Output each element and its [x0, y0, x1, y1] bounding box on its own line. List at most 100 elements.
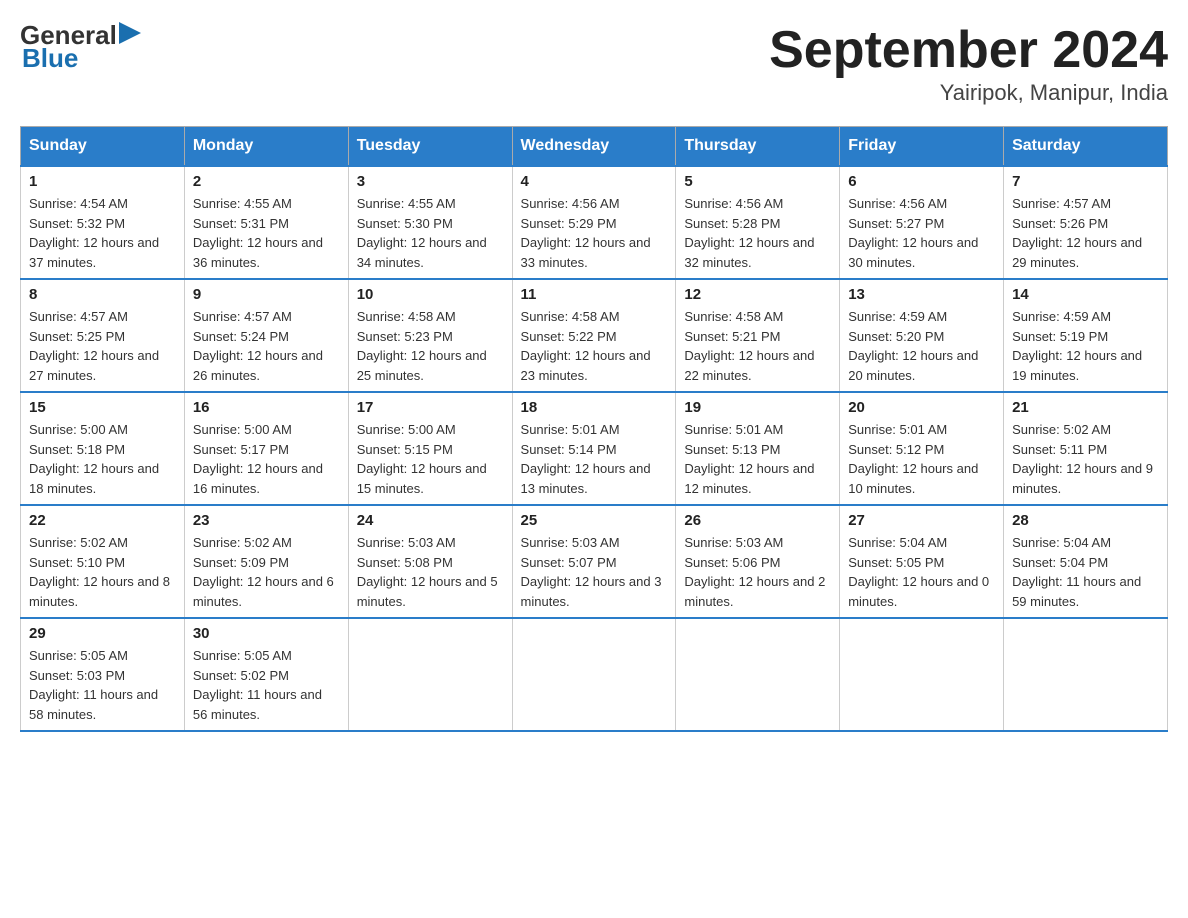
- table-row: 29 Sunrise: 5:05 AM Sunset: 5:03 PM Dayl…: [21, 618, 185, 731]
- table-row: 18 Sunrise: 5:01 AM Sunset: 5:14 PM Dayl…: [512, 392, 676, 505]
- day-number: 14: [1012, 286, 1159, 303]
- calendar-week-row: 8 Sunrise: 4:57 AM Sunset: 5:25 PM Dayli…: [21, 279, 1168, 392]
- day-number: 12: [684, 286, 831, 303]
- day-number: 20: [848, 399, 995, 416]
- day-info: Sunrise: 5:03 AM Sunset: 5:07 PM Dayligh…: [521, 533, 668, 611]
- day-number: 22: [29, 512, 176, 529]
- day-info: Sunrise: 5:00 AM Sunset: 5:18 PM Dayligh…: [29, 420, 176, 498]
- col-saturday: Saturday: [1004, 127, 1168, 167]
- day-info: Sunrise: 5:01 AM Sunset: 5:14 PM Dayligh…: [521, 420, 668, 498]
- table-row: 24 Sunrise: 5:03 AM Sunset: 5:08 PM Dayl…: [348, 505, 512, 618]
- day-number: 25: [521, 512, 668, 529]
- day-number: 2: [193, 173, 340, 190]
- table-row: [676, 618, 840, 731]
- table-row: 3 Sunrise: 4:55 AM Sunset: 5:30 PM Dayli…: [348, 166, 512, 279]
- table-row: 25 Sunrise: 5:03 AM Sunset: 5:07 PM Dayl…: [512, 505, 676, 618]
- table-row: 27 Sunrise: 5:04 AM Sunset: 5:05 PM Dayl…: [840, 505, 1004, 618]
- table-row: 20 Sunrise: 5:01 AM Sunset: 5:12 PM Dayl…: [840, 392, 1004, 505]
- day-number: 21: [1012, 399, 1159, 416]
- calendar-subtitle: Yairipok, Manipur, India: [769, 80, 1168, 106]
- day-number: 4: [521, 173, 668, 190]
- calendar-week-row: 22 Sunrise: 5:02 AM Sunset: 5:10 PM Dayl…: [21, 505, 1168, 618]
- table-row: 28 Sunrise: 5:04 AM Sunset: 5:04 PM Dayl…: [1004, 505, 1168, 618]
- day-info: Sunrise: 5:01 AM Sunset: 5:12 PM Dayligh…: [848, 420, 995, 498]
- table-row: 23 Sunrise: 5:02 AM Sunset: 5:09 PM Dayl…: [184, 505, 348, 618]
- day-number: 23: [193, 512, 340, 529]
- day-info: Sunrise: 5:00 AM Sunset: 5:17 PM Dayligh…: [193, 420, 340, 498]
- day-number: 7: [1012, 173, 1159, 190]
- day-info: Sunrise: 4:56 AM Sunset: 5:28 PM Dayligh…: [684, 194, 831, 272]
- day-number: 3: [357, 173, 504, 190]
- table-row: 13 Sunrise: 4:59 AM Sunset: 5:20 PM Dayl…: [840, 279, 1004, 392]
- day-number: 13: [848, 286, 995, 303]
- day-info: Sunrise: 4:58 AM Sunset: 5:22 PM Dayligh…: [521, 307, 668, 385]
- logo: General Blue: [20, 20, 141, 74]
- day-info: Sunrise: 4:59 AM Sunset: 5:20 PM Dayligh…: [848, 307, 995, 385]
- day-number: 27: [848, 512, 995, 529]
- day-info: Sunrise: 5:00 AM Sunset: 5:15 PM Dayligh…: [357, 420, 504, 498]
- day-info: Sunrise: 5:05 AM Sunset: 5:02 PM Dayligh…: [193, 646, 340, 724]
- day-number: 24: [357, 512, 504, 529]
- logo-blue: Blue: [22, 43, 78, 74]
- day-info: Sunrise: 4:57 AM Sunset: 5:24 PM Dayligh…: [193, 307, 340, 385]
- day-number: 30: [193, 625, 340, 642]
- calendar-table: Sunday Monday Tuesday Wednesday Thursday…: [20, 126, 1168, 732]
- col-monday: Monday: [184, 127, 348, 167]
- table-row: 22 Sunrise: 5:02 AM Sunset: 5:10 PM Dayl…: [21, 505, 185, 618]
- day-number: 19: [684, 399, 831, 416]
- day-info: Sunrise: 5:03 AM Sunset: 5:06 PM Dayligh…: [684, 533, 831, 611]
- day-info: Sunrise: 4:59 AM Sunset: 5:19 PM Dayligh…: [1012, 307, 1159, 385]
- table-row: 6 Sunrise: 4:56 AM Sunset: 5:27 PM Dayli…: [840, 166, 1004, 279]
- day-info: Sunrise: 4:55 AM Sunset: 5:31 PM Dayligh…: [193, 194, 340, 272]
- table-row: 1 Sunrise: 4:54 AM Sunset: 5:32 PM Dayli…: [21, 166, 185, 279]
- table-row: 10 Sunrise: 4:58 AM Sunset: 5:23 PM Dayl…: [348, 279, 512, 392]
- day-number: 1: [29, 173, 176, 190]
- day-number: 28: [1012, 512, 1159, 529]
- day-info: Sunrise: 4:58 AM Sunset: 5:21 PM Dayligh…: [684, 307, 831, 385]
- table-row: 15 Sunrise: 5:00 AM Sunset: 5:18 PM Dayl…: [21, 392, 185, 505]
- col-friday: Friday: [840, 127, 1004, 167]
- day-number: 5: [684, 173, 831, 190]
- table-row: 4 Sunrise: 4:56 AM Sunset: 5:29 PM Dayli…: [512, 166, 676, 279]
- table-row: 19 Sunrise: 5:01 AM Sunset: 5:13 PM Dayl…: [676, 392, 840, 505]
- calendar-week-row: 1 Sunrise: 4:54 AM Sunset: 5:32 PM Dayli…: [21, 166, 1168, 279]
- day-info: Sunrise: 5:04 AM Sunset: 5:05 PM Dayligh…: [848, 533, 995, 611]
- day-info: Sunrise: 5:01 AM Sunset: 5:13 PM Dayligh…: [684, 420, 831, 498]
- table-row: 5 Sunrise: 4:56 AM Sunset: 5:28 PM Dayli…: [676, 166, 840, 279]
- day-number: 11: [521, 286, 668, 303]
- table-row: 7 Sunrise: 4:57 AM Sunset: 5:26 PM Dayli…: [1004, 166, 1168, 279]
- day-number: 18: [521, 399, 668, 416]
- day-info: Sunrise: 4:57 AM Sunset: 5:26 PM Dayligh…: [1012, 194, 1159, 272]
- day-info: Sunrise: 5:02 AM Sunset: 5:09 PM Dayligh…: [193, 533, 340, 611]
- day-number: 6: [848, 173, 995, 190]
- day-number: 17: [357, 399, 504, 416]
- day-number: 26: [684, 512, 831, 529]
- day-info: Sunrise: 4:56 AM Sunset: 5:29 PM Dayligh…: [521, 194, 668, 272]
- table-row: 9 Sunrise: 4:57 AM Sunset: 5:24 PM Dayli…: [184, 279, 348, 392]
- calendar-header-row: Sunday Monday Tuesday Wednesday Thursday…: [21, 127, 1168, 167]
- day-info: Sunrise: 4:58 AM Sunset: 5:23 PM Dayligh…: [357, 307, 504, 385]
- table-row: 8 Sunrise: 4:57 AM Sunset: 5:25 PM Dayli…: [21, 279, 185, 392]
- table-row: [840, 618, 1004, 731]
- day-info: Sunrise: 5:02 AM Sunset: 5:10 PM Dayligh…: [29, 533, 176, 611]
- page-header: General Blue September 2024 Yairipok, Ma…: [20, 20, 1168, 106]
- table-row: 12 Sunrise: 4:58 AM Sunset: 5:21 PM Dayl…: [676, 279, 840, 392]
- calendar-week-row: 15 Sunrise: 5:00 AM Sunset: 5:18 PM Dayl…: [21, 392, 1168, 505]
- title-block: September 2024 Yairipok, Manipur, India: [769, 20, 1168, 106]
- day-info: Sunrise: 4:54 AM Sunset: 5:32 PM Dayligh…: [29, 194, 176, 272]
- day-info: Sunrise: 4:57 AM Sunset: 5:25 PM Dayligh…: [29, 307, 176, 385]
- day-info: Sunrise: 5:05 AM Sunset: 5:03 PM Dayligh…: [29, 646, 176, 724]
- day-info: Sunrise: 5:04 AM Sunset: 5:04 PM Dayligh…: [1012, 533, 1159, 611]
- col-wednesday: Wednesday: [512, 127, 676, 167]
- col-tuesday: Tuesday: [348, 127, 512, 167]
- table-row: 17 Sunrise: 5:00 AM Sunset: 5:15 PM Dayl…: [348, 392, 512, 505]
- col-sunday: Sunday: [21, 127, 185, 167]
- table-row: 26 Sunrise: 5:03 AM Sunset: 5:06 PM Dayl…: [676, 505, 840, 618]
- day-number: 10: [357, 286, 504, 303]
- table-row: [1004, 618, 1168, 731]
- table-row: [348, 618, 512, 731]
- table-row: 30 Sunrise: 5:05 AM Sunset: 5:02 PM Dayl…: [184, 618, 348, 731]
- table-row: 2 Sunrise: 4:55 AM Sunset: 5:31 PM Dayli…: [184, 166, 348, 279]
- table-row: 21 Sunrise: 5:02 AM Sunset: 5:11 PM Dayl…: [1004, 392, 1168, 505]
- calendar-title: September 2024: [769, 20, 1168, 80]
